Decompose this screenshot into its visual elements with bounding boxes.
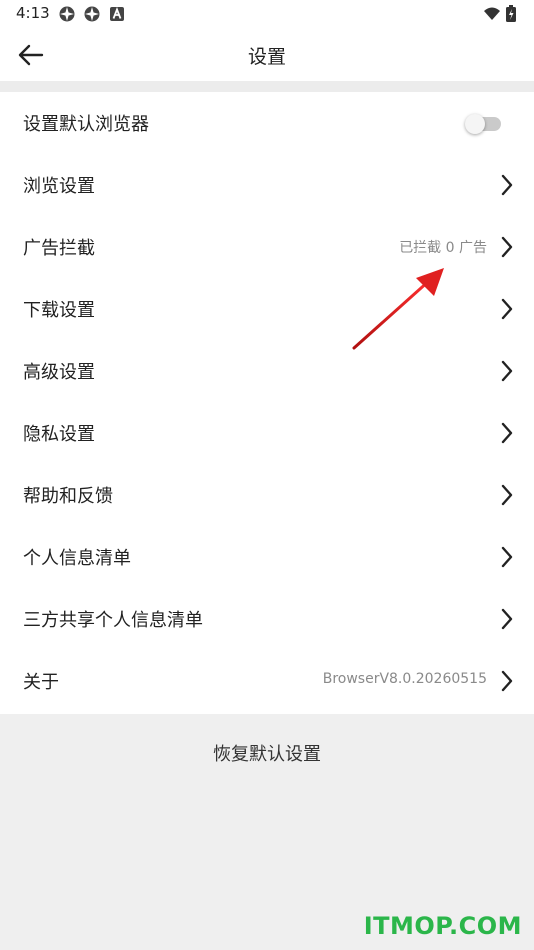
wifi-icon [484, 7, 500, 20]
ad-block-count: 已拦截 0 广告 [399, 240, 487, 256]
setting-advanced[interactable]: 高级设置 [0, 340, 534, 402]
notification-icon-1 [59, 6, 75, 22]
setting-ad-block[interactable]: 广告拦截 已拦截 0 广告 [0, 216, 534, 278]
setting-label: 浏览设置 [23, 176, 95, 197]
setting-download[interactable]: 下载设置 [0, 278, 534, 340]
setting-label: 下载设置 [23, 300, 95, 321]
chevron-right-icon [501, 174, 513, 196]
chevron-right-icon [501, 670, 513, 692]
watermark: ITMOP.COM [363, 912, 522, 940]
toggle-knob [465, 114, 485, 134]
setting-label: 高级设置 [23, 362, 95, 383]
status-bar: 4:13 [0, 0, 534, 28]
setting-browse[interactable]: 浏览设置 [0, 154, 534, 216]
setting-label: 个人信息清单 [23, 548, 131, 569]
chevron-right-icon [501, 360, 513, 382]
status-time: 4:13 [16, 4, 50, 22]
version-text: BrowserV8.0.20260515 [322, 671, 487, 687]
setting-label: 帮助和反馈 [23, 486, 113, 507]
setting-label: 设置默认浏览器 [23, 114, 149, 135]
chevron-right-icon [501, 298, 513, 320]
text-a-icon [110, 7, 124, 21]
notification-icon-2 [84, 6, 100, 22]
setting-personal-info-list[interactable]: 个人信息清单 [0, 526, 534, 588]
chevron-right-icon [501, 608, 513, 630]
chevron-right-icon [501, 484, 513, 506]
chevron-right-icon [501, 236, 513, 258]
setting-third-party-sharing[interactable]: 三方共享个人信息清单 [0, 588, 534, 650]
restore-defaults-button[interactable]: 恢复默认设置 [0, 714, 534, 790]
app-bar: 设置 [0, 28, 534, 81]
page-title: 设置 [247, 46, 286, 68]
section-divider [0, 81, 534, 92]
default-browser-toggle[interactable] [465, 114, 501, 134]
setting-privacy[interactable]: 隐私设置 [0, 402, 534, 464]
setting-help-feedback[interactable]: 帮助和反馈 [0, 464, 534, 526]
restore-defaults-label: 恢复默认设置 [213, 744, 321, 765]
setting-label: 广告拦截 [23, 238, 95, 259]
battery-icon [506, 5, 516, 22]
chevron-right-icon [501, 422, 513, 444]
chevron-right-icon [501, 546, 513, 568]
setting-label: 三方共享个人信息清单 [23, 610, 203, 631]
setting-label: 隐私设置 [23, 424, 95, 445]
setting-about[interactable]: 关于 BrowserV8.0.20260515 [0, 650, 534, 712]
setting-default-browser[interactable]: 设置默认浏览器 [0, 92, 534, 154]
red-arrow-icon [352, 268, 444, 350]
settings-list: 设置默认浏览器 浏览设置 广告拦截 已拦截 0 广告 下载设置 高级设置 隐私设… [0, 92, 534, 714]
setting-label: 关于 [23, 672, 59, 693]
